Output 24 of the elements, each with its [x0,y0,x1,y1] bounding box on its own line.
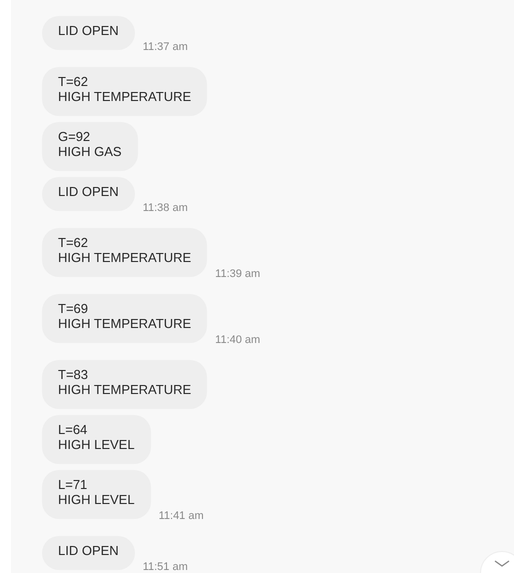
message-text: HIGH LEVEL [58,437,135,452]
message-text: HIGH TEMPERATURE [58,382,192,397]
message-text: L=64 [58,422,88,437]
message-text: T=62 [58,74,89,89]
message-text: L=71 [58,477,88,492]
message-text: LID OPEN [58,543,119,558]
message-time: 11:38 am [142,202,188,214]
message-text: G=92 [58,129,92,144]
message-text: HIGH LEVEL [58,492,135,507]
message-text: T=62 [58,235,89,250]
message-time: 11:37 am [142,41,188,53]
message-text: T=83 [58,367,89,382]
message-time: 11:41 am [158,510,204,522]
chevron-down-icon [494,560,510,568]
message-text: HIGH TEMPERATURE [58,89,192,104]
message-time: 11:40 am [215,334,260,346]
message-text: HIGH TEMPERATURE [58,316,192,331]
message-text: LID OPEN [58,184,119,199]
message-text: HIGH GAS [58,144,122,159]
message-time: 11:39 am [215,268,260,280]
message-text: T=69 [58,301,89,316]
message-text: HIGH TEMPERATURE [58,250,192,265]
message-time: 11:51 am [142,561,188,573]
message-text: LID OPEN [58,23,119,38]
